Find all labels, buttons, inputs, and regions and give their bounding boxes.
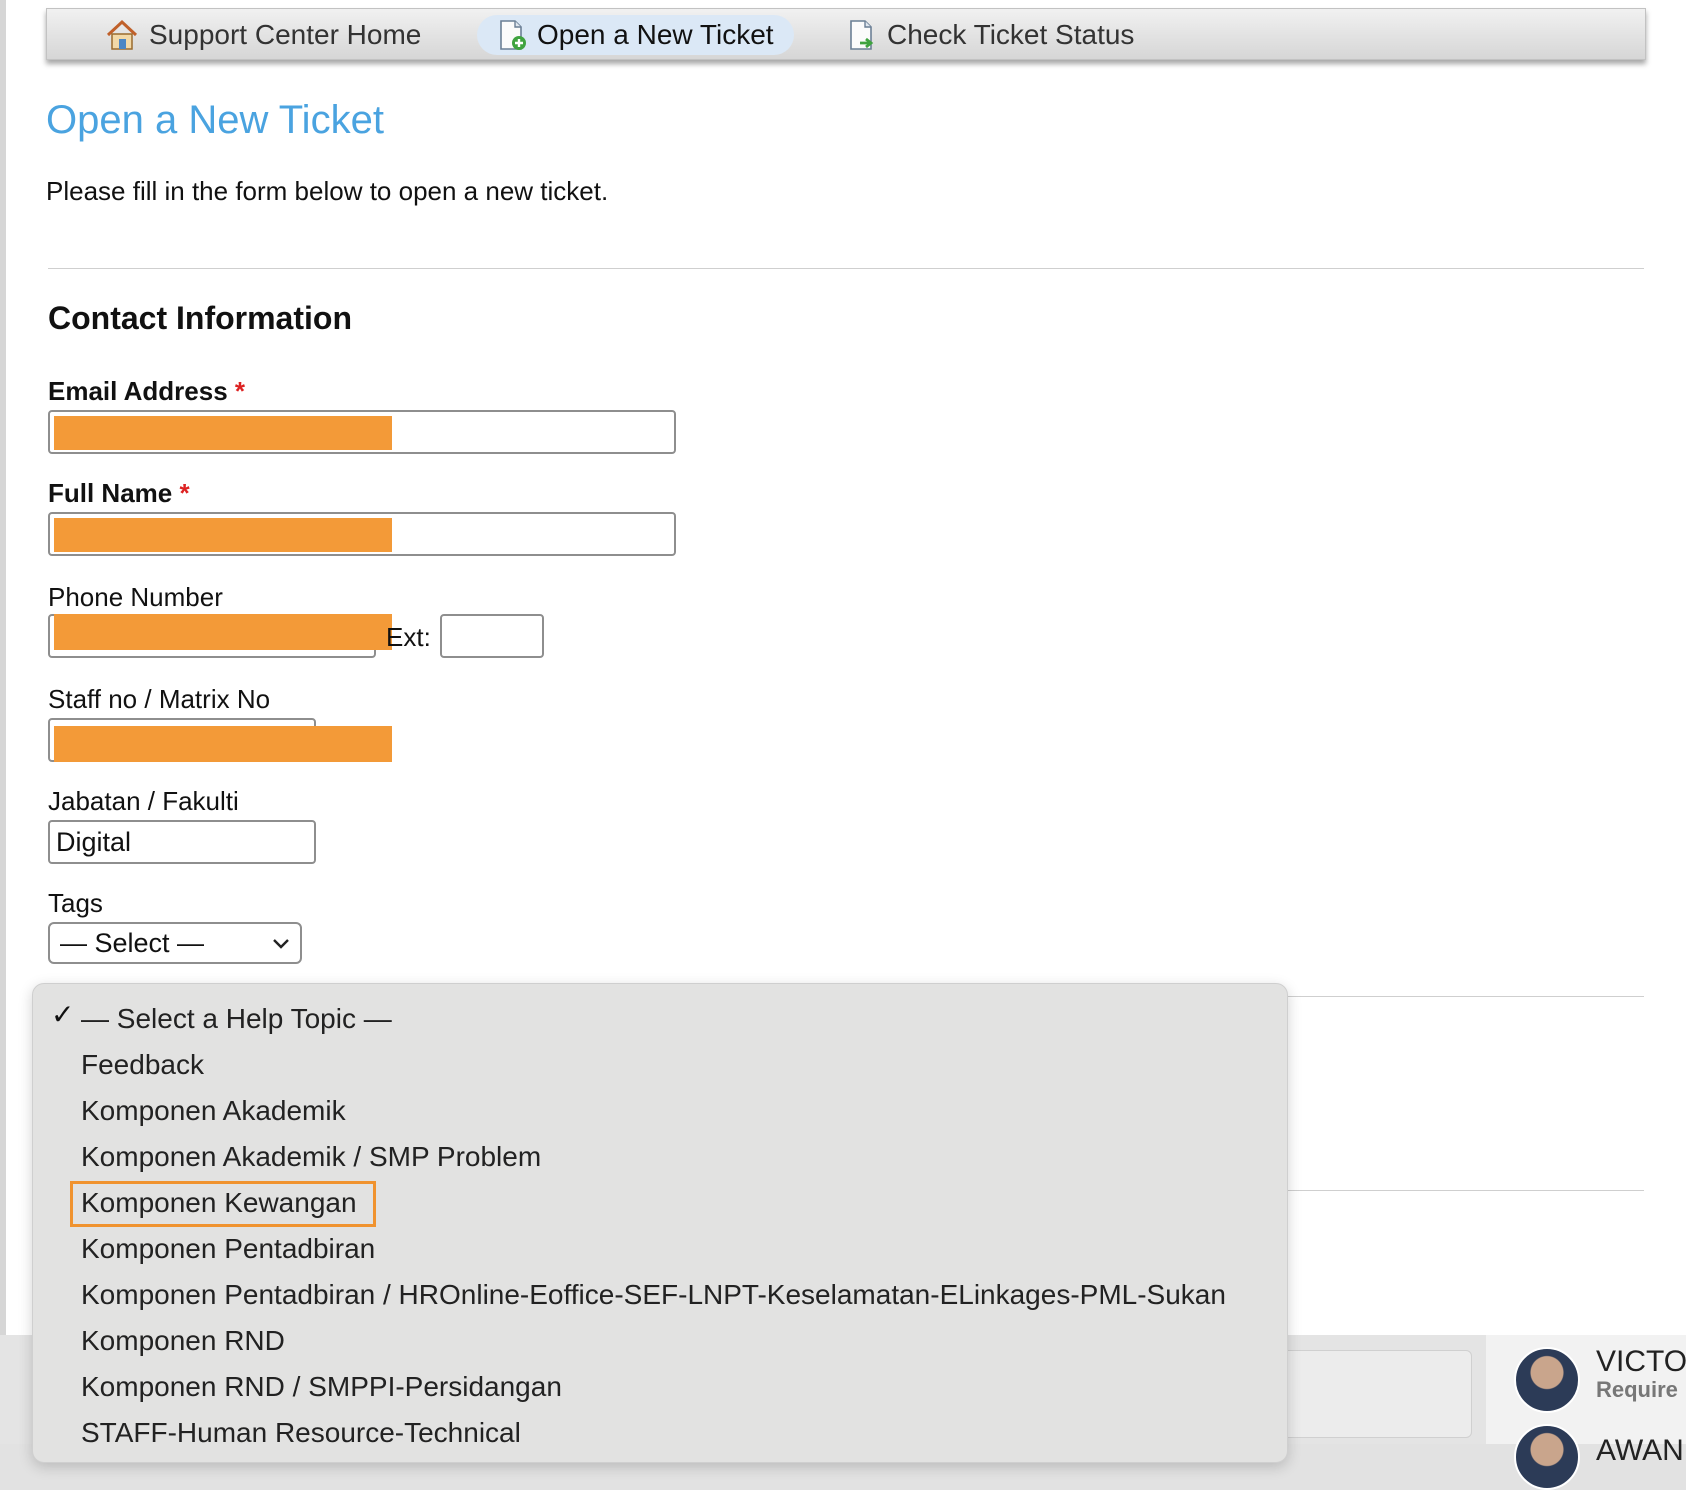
page-title: Open a New Ticket [46,98,384,142]
redacted-phone [54,614,392,650]
contact-status: Require [1596,1377,1678,1402]
tags-selected-value: — Select — [60,927,205,958]
new-ticket-icon [500,20,526,50]
nav-check-ticket-status[interactable]: Check Ticket Status [847,15,1134,55]
help-topic-option[interactable]: Feedback [81,1045,204,1085]
required-mark: * [234,376,246,406]
avatar [1514,1347,1580,1413]
home-icon [106,19,138,50]
help-topic-option[interactable]: Komponen Pentadbiran / HROnline-Eoffice-… [81,1275,1226,1315]
ext-label: Ext: [386,622,431,652]
chevron-down-icon [273,939,289,949]
help-topic-option[interactable]: — Select a Help Topic — [81,999,392,1039]
page-intro: Please fill in the form below to open a … [46,176,609,206]
help-topic-option[interactable]: STAFF-Human Resource-Technical [81,1413,521,1453]
help-topic-option[interactable]: Komponen RND [81,1321,285,1361]
avatar [1514,1424,1580,1490]
redacted-full-name [54,518,392,552]
help-topic-option[interactable]: Komponen Akademik [81,1091,346,1131]
help-topic-option[interactable]: Komponen Pentadbiran [81,1229,375,1269]
staff-no-label: Staff no / Matrix No [48,684,271,714]
help-topic-option[interactable]: Komponen RND / SMPPI-Persidangan [81,1367,562,1407]
divider [48,268,1644,269]
email-label: Email Address * [48,376,245,407]
tags-select[interactable]: — Select — [48,922,302,964]
phone-label: Phone Number [48,582,223,612]
email-label-text: Email Address [48,376,228,406]
nav-label: Open a New Ticket [537,19,774,50]
checkmark-icon: ✓ [51,999,75,1030]
jabatan-label: Jabatan / Fakulti [48,786,239,816]
top-navigation: Support Center Home Open a New Ticket Ch… [46,8,1646,60]
section-title: Contact Information [48,300,352,336]
background-contact-1: VICTO Require [1514,1347,1686,1413]
redacted-email [54,416,392,450]
redacted-staff-no [54,726,392,762]
full-name-label-text: Full Name [48,478,173,508]
contact-name: VICTO [1596,1345,1686,1378]
contact-name: AWAN [1596,1434,1684,1467]
full-name-label: Full Name * [48,478,190,509]
background-contact-2: AWAN [1514,1424,1684,1490]
ticket-status-icon [850,20,874,50]
help-topic-option[interactable]: Komponen Akademik / SMP Problem [81,1137,541,1177]
nav-open-new-ticket[interactable]: Open a New Ticket [477,15,794,55]
jabatan-field[interactable] [48,820,316,864]
ext-field[interactable] [440,614,544,658]
required-mark: * [179,478,190,508]
tags-label: Tags [48,888,103,918]
nav-label: Support Center Home [149,19,422,50]
nav-support-center-home[interactable]: Support Center Home [105,15,421,55]
nav-label: Check Ticket Status [887,19,1135,50]
option-highlight-box [70,1181,376,1227]
